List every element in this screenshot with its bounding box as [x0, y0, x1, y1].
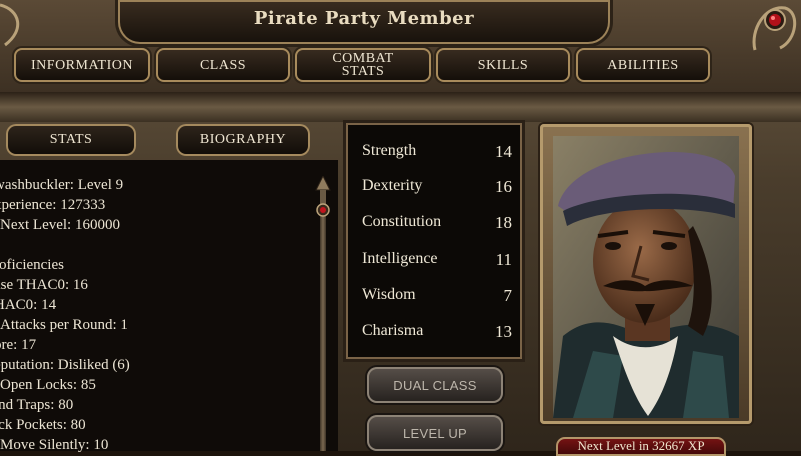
info-class-level: washbuckler: Level 9 — [0, 177, 124, 193]
red-gem-icon — [752, 6, 796, 51]
info-base-thac0: ase THAC0: 16 — [0, 277, 88, 293]
info-attacks-per-round: Attacks per Round: 1 — [0, 317, 128, 333]
tab-information-label: INFORMATION — [31, 57, 133, 73]
info-proficiencies-heading: roficiencies — [0, 257, 64, 273]
window-title: Pirate Party Member — [253, 8, 475, 29]
attribute-name: Dexterity — [362, 177, 423, 194]
attribute-name: Strength — [362, 142, 417, 159]
tab-skills-label: SKILLS — [477, 57, 529, 73]
info-scrollbar[interactable] — [320, 182, 326, 451]
attribute-wisdom: Wisdom 7 — [362, 286, 512, 310]
info-experience: xperience: 127333 — [0, 197, 106, 213]
attribute-name: Intelligence — [362, 250, 438, 267]
attribute-dexterity: Dexterity 16 — [362, 177, 512, 201]
subtab-stats-label: STATS — [49, 132, 93, 147]
tab-abilities[interactable]: ABILITIES — [576, 48, 710, 82]
title-bar: Pirate Party Member — [118, 0, 610, 44]
tab-combat-stats[interactable]: COMBAT STATS — [295, 48, 431, 82]
mid-divider — [0, 92, 801, 122]
attribute-value: 13 — [495, 322, 512, 341]
tab-abilities-label: ABILITIES — [607, 57, 679, 73]
info-thac0: HAC0: 14 — [0, 297, 57, 313]
attribute-value: 11 — [495, 250, 512, 269]
info-reputation: eputation: Disliked (6) — [0, 357, 130, 373]
info-next-level: Next Level: 160000 — [0, 217, 120, 233]
attribute-constitution: Constitution 18 — [362, 213, 512, 237]
corner-ornament — [745, 0, 801, 60]
next-level-xp-bar: Next Level in 32667 XP — [556, 437, 726, 456]
attribute-intelligence: Intelligence 11 — [362, 250, 512, 274]
tab-class-label: CLASS — [199, 57, 247, 73]
attribute-strength: Strength 14 — [362, 142, 512, 166]
attribute-charisma: Charisma 13 — [362, 322, 512, 346]
info-open-locks: Open Locks: 85 — [0, 377, 96, 393]
attribute-value: 16 — [495, 177, 512, 196]
attribute-value: 18 — [495, 213, 512, 232]
scroll-arrow-icon[interactable] — [314, 174, 332, 220]
left-corner-ornament — [0, 0, 30, 50]
tab-combat-label-line2: STATS — [341, 64, 385, 79]
tab-class[interactable]: CLASS — [156, 48, 290, 82]
attribute-value: 14 — [495, 142, 512, 161]
subtab-stats[interactable]: STATS — [6, 124, 136, 156]
attribute-value: 7 — [503, 286, 513, 305]
dual-class-button[interactable]: DUAL CLASS — [367, 367, 503, 403]
tab-information[interactable]: INFORMATION — [14, 48, 150, 82]
info-move-silently: Move Silently: 10 — [0, 437, 109, 453]
subtab-biography[interactable]: BIOGRAPHY — [176, 124, 310, 156]
attributes-panel: Strength 14 Dexterity 16 Constitution 18… — [346, 123, 522, 359]
attribute-name: Wisdom — [362, 286, 416, 303]
subtab-biography-label: BIOGRAPHY — [199, 132, 287, 147]
info-find-traps: ind Traps: 80 — [0, 397, 74, 413]
attribute-name: Constitution — [362, 213, 442, 230]
level-up-button[interactable]: LEVEL UP — [367, 415, 503, 451]
attribute-name: Charisma — [362, 322, 424, 339]
tab-skills[interactable]: SKILLS — [436, 48, 570, 82]
info-lore: ore: 17 — [0, 337, 37, 353]
character-portrait[interactable] — [553, 136, 739, 418]
info-pick-pockets: ick Pockets: 80 — [0, 417, 86, 433]
